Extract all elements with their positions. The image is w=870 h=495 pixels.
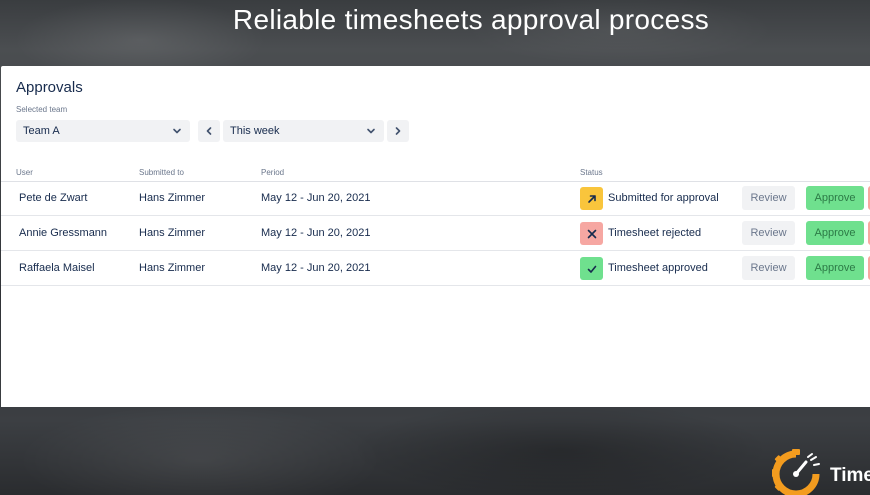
submitted-to: Hans Zimmer [139, 227, 206, 239]
review-button[interactable]: Review [742, 221, 795, 245]
approve-button[interactable]: Approve [806, 256, 864, 280]
column-header-user: User [16, 168, 33, 177]
check-icon [587, 265, 596, 273]
team-label: Selected team [16, 105, 68, 114]
page-title: Approvals [16, 79, 83, 96]
team-select[interactable]: Team A [16, 120, 190, 142]
table-row: Pete de Zwart Hans Zimmer May 12 - Jun 2… [1, 181, 870, 216]
column-header-status: Status [580, 168, 603, 177]
next-week-button[interactable] [387, 120, 409, 142]
hero-title: Reliable timesheets approval process [232, 4, 710, 35]
arrow-up-right-icon [587, 194, 596, 203]
chevron-right-icon [395, 127, 401, 135]
table-row: Raffaela Maisel Hans Zimmer May 12 - Jun… [1, 251, 870, 286]
cross-icon [587, 229, 596, 238]
period: May 12 - Jun 20, 2021 [261, 262, 371, 274]
column-header-submitted-to: Submitted to [139, 168, 184, 177]
previous-week-button[interactable] [198, 120, 220, 142]
review-button[interactable]: Review [742, 256, 795, 280]
user-name: Pete de Zwart [19, 192, 88, 204]
brand-logo-text: Time [830, 465, 870, 486]
review-button[interactable]: Review [742, 186, 795, 210]
chevron-left-icon [206, 127, 212, 135]
brand-logo: Time [770, 447, 870, 495]
team-select-value: Team A [23, 125, 60, 137]
status-badge [580, 187, 603, 210]
chevron-down-icon [173, 128, 181, 134]
status-badge [580, 257, 603, 280]
period: May 12 - Jun 20, 2021 [261, 192, 371, 204]
column-header-period: Period [261, 168, 285, 177]
submitted-to: Hans Zimmer [139, 262, 206, 274]
approve-button[interactable]: Approve [806, 221, 864, 245]
period: May 12 - Jun 20, 2021 [261, 227, 371, 239]
user-name: Raffaela Maisel [19, 262, 95, 274]
week-select[interactable]: This week [223, 120, 384, 142]
status-text: Submitted for approval [608, 192, 719, 204]
approve-button[interactable]: Approve [806, 186, 864, 210]
stopwatch-gear-icon [772, 449, 820, 495]
approvals-panel: Approvals Selected team Team A This week… [1, 66, 870, 407]
table-row: Annie Gressmann Hans Zimmer May 12 - Jun… [1, 216, 870, 251]
submitted-to: Hans Zimmer [139, 192, 206, 204]
status-badge [580, 222, 603, 245]
user-name: Annie Gressmann [19, 227, 108, 239]
status-text: Timesheet approved [608, 262, 708, 274]
week-select-value: This week [230, 125, 280, 137]
status-text: Timesheet rejected [608, 227, 702, 239]
chevron-down-icon [367, 128, 375, 134]
